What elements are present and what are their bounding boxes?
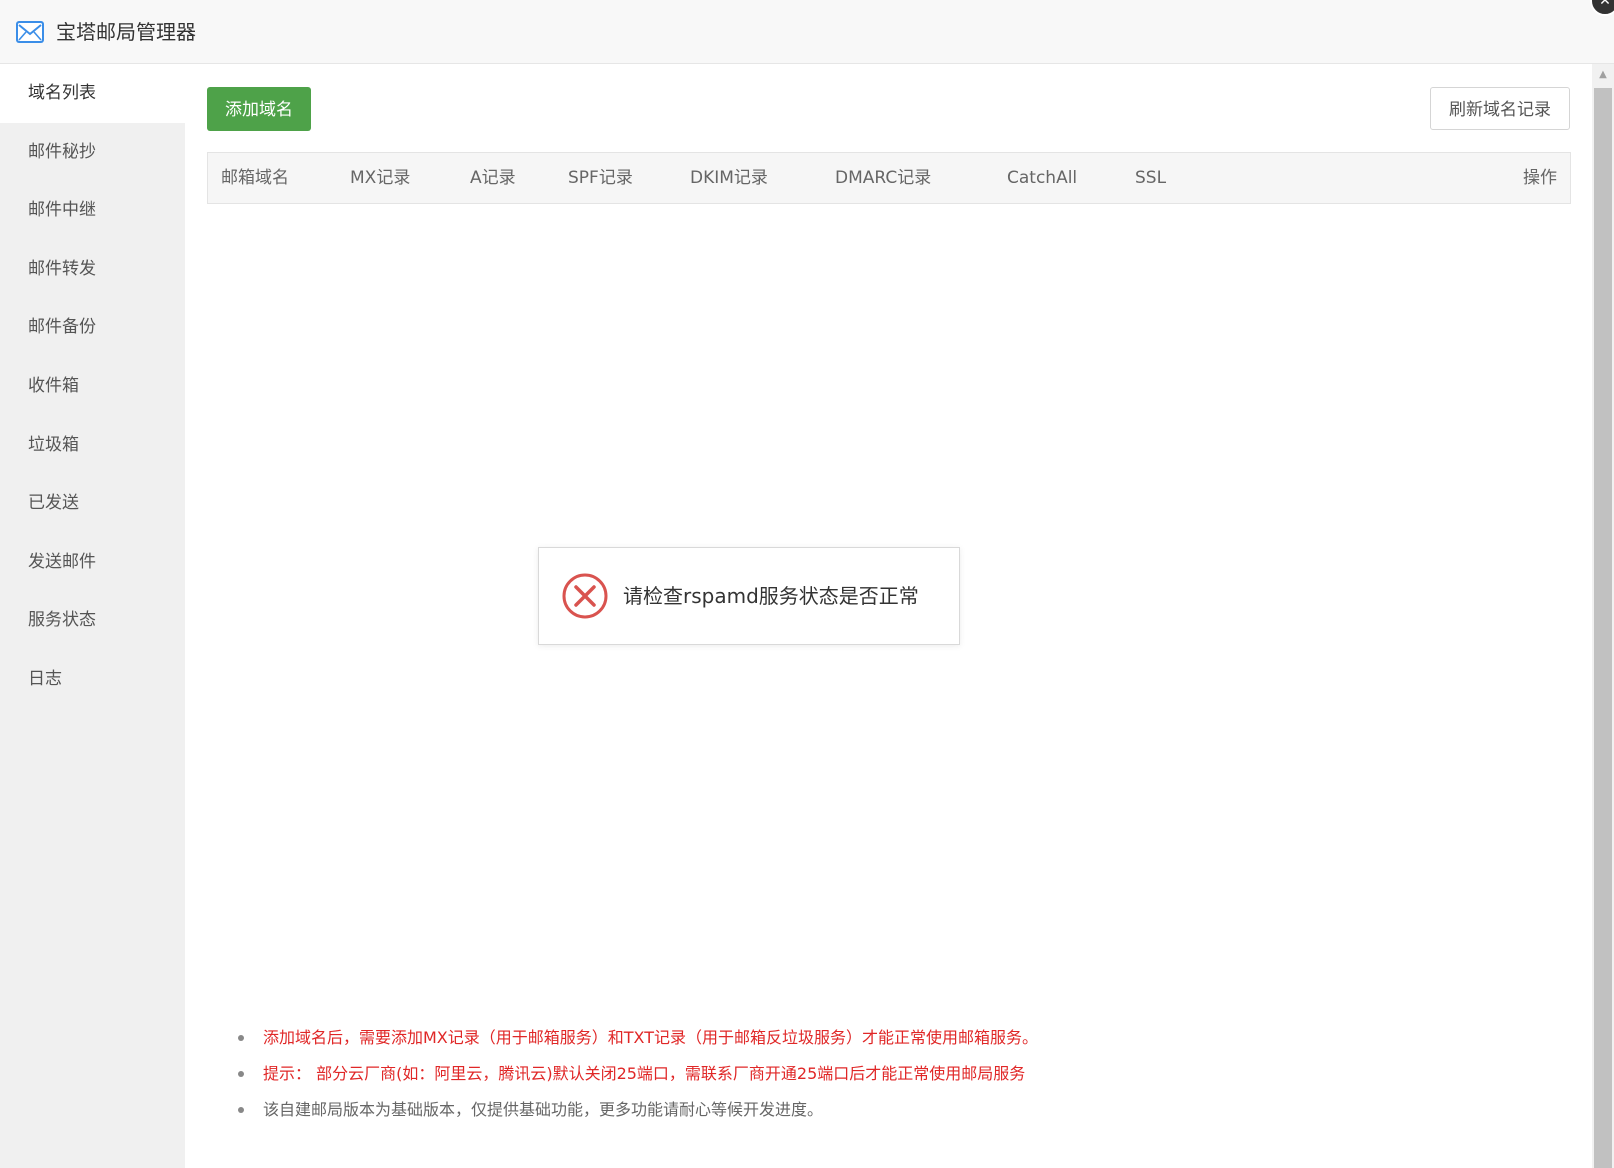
bullet-icon [238, 1035, 244, 1041]
column-header-ssl[interactable]: SSL [1135, 153, 1166, 203]
sidebar-item-sent[interactable]: 已发送 [0, 474, 185, 533]
column-header-mx[interactable]: MX记录 [350, 153, 410, 203]
column-header-a[interactable]: A记录 [470, 153, 516, 203]
sidebar-item-domain-list[interactable]: 域名列表 [0, 64, 185, 123]
column-header-dkim[interactable]: DKIM记录 [690, 153, 768, 203]
mail-icon [16, 21, 44, 43]
sidebar-item-forward[interactable]: 邮件转发 [0, 240, 185, 299]
sidebar-item-bcc[interactable]: 邮件秘抄 [0, 123, 185, 182]
sidebar-item-relay[interactable]: 邮件中继 [0, 181, 185, 240]
bullet-icon [238, 1107, 244, 1113]
sidebar: 域名列表 邮件秘抄 邮件中继 邮件转发 邮件备份 收件箱 垃圾箱 已发送 发送邮… [0, 64, 185, 1168]
main-panel: 添加域名 刷新域名记录 邮箱域名 MX记录 A记录 SPF记录 DKIM记录 D… [185, 64, 1592, 1168]
error-toast-message: 请检查rspamd服务状态是否正常 [623, 584, 919, 608]
error-toast: 请检查rspamd服务状态是否正常 [538, 547, 960, 645]
title-bar: 宝塔邮局管理器 [0, 0, 1614, 64]
column-header-dmarc[interactable]: DMARC记录 [835, 153, 931, 203]
column-header-catchall[interactable]: CatchAll [1007, 153, 1077, 203]
sidebar-item-spam[interactable]: 垃圾箱 [0, 416, 185, 475]
column-header-actions[interactable]: 操作 [1523, 153, 1557, 203]
domain-table-header: 邮箱域名 MX记录 A记录 SPF记录 DKIM记录 DMARC记录 Catch… [207, 152, 1571, 204]
note-text: 提示： 部分云厂商(如：阿里云，腾讯云)默认关闭25端口，需联系厂商开通25端口… [263, 1064, 1026, 1083]
vertical-scrollbar[interactable]: ▲ [1592, 64, 1614, 1168]
sidebar-item-logs[interactable]: 日志 [0, 650, 185, 709]
notes-list: 添加域名后，需要添加MX记录（用于邮箱服务）和TXT记录（用于邮箱反垃圾服务）才… [235, 1020, 1535, 1128]
window-title: 宝塔邮局管理器 [56, 20, 196, 44]
list-item: 添加域名后，需要添加MX记录（用于邮箱服务）和TXT记录（用于邮箱反垃圾服务）才… [235, 1020, 1535, 1056]
bullet-icon [238, 1071, 244, 1077]
sidebar-item-compose[interactable]: 发送邮件 [0, 533, 185, 592]
scrollbar-thumb[interactable] [1594, 88, 1612, 1168]
error-circle-icon [562, 573, 608, 619]
mail-manager-window: 宝塔邮局管理器 ✕ 域名列表 邮件秘抄 邮件中继 邮件转发 邮件备份 收件箱 垃… [0, 0, 1614, 1168]
column-header-domain[interactable]: 邮箱域名 [221, 153, 289, 203]
add-domain-button[interactable]: 添加域名 [207, 87, 311, 131]
refresh-domain-records-button[interactable]: 刷新域名记录 [1430, 87, 1570, 130]
scroll-up-arrow-icon[interactable]: ▲ [1592, 64, 1614, 86]
list-item: 该自建邮局版本为基础版本，仅提供基础功能，更多功能请耐心等候开发进度。 [235, 1092, 1535, 1128]
list-item: 提示： 部分云厂商(如：阿里云，腾讯云)默认关闭25端口，需联系厂商开通25端口… [235, 1056, 1535, 1092]
sidebar-item-backup[interactable]: 邮件备份 [0, 298, 185, 357]
column-header-spf[interactable]: SPF记录 [568, 153, 633, 203]
sidebar-item-service-status[interactable]: 服务状态 [0, 591, 185, 650]
note-text: 添加域名后，需要添加MX记录（用于邮箱服务）和TXT记录（用于邮箱反垃圾服务）才… [263, 1028, 1038, 1047]
sidebar-item-inbox[interactable]: 收件箱 [0, 357, 185, 416]
note-text: 该自建邮局版本为基础版本，仅提供基础功能，更多功能请耐心等候开发进度。 [263, 1100, 824, 1119]
